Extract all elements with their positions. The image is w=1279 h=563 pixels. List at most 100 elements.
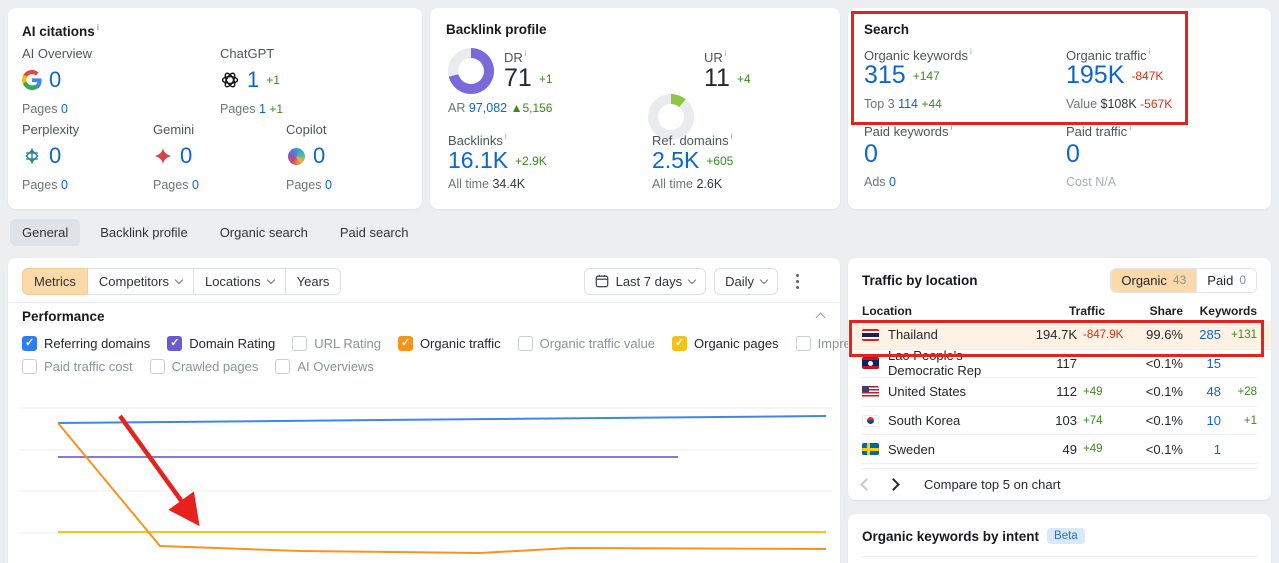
paid-keywords-value-link[interactable]: 0	[864, 142, 878, 167]
chatgpt-stat: ChatGPT 1 +1 Pages 1 +1	[220, 46, 284, 116]
toggle-organic[interactable]: Organic 43	[1111, 268, 1197, 292]
ar-value-link[interactable]: 97,082	[469, 101, 507, 115]
toggle-paid[interactable]: Paid 0	[1196, 268, 1256, 292]
pagination-next-button[interactable]	[887, 478, 900, 491]
perplexity-pages-link[interactable]: 0	[61, 178, 68, 192]
gemini-pages-link[interactable]: 0	[192, 178, 199, 192]
table-row-sweden[interactable]: Sweden 49 +49 <0.1% 1	[862, 435, 1257, 464]
paid-traffic-value-link[interactable]: 0	[1066, 142, 1080, 167]
ur-change: +4	[736, 71, 751, 86]
checkbox-paid-traffic-cost[interactable]: Paid traffic cost	[22, 359, 133, 374]
keywords-count-link[interactable]: 285	[1183, 327, 1221, 342]
search-title: Search	[864, 22, 910, 37]
table-row-laos[interactable]: Lao People's Democratic Rep 117 <0.1% 15	[862, 348, 1257, 378]
keywords-count-link[interactable]: 10	[1183, 413, 1221, 428]
date-range-button[interactable]: Last 7 days	[583, 267, 707, 295]
ai-citations-card: AI citations AI Overview 0 Pages 0 ChatG…	[8, 8, 422, 209]
ai-citations-title: AI citations	[22, 22, 99, 39]
checkbox-organic-pages[interactable]: Organic pages	[672, 336, 779, 351]
ads-line: Ads 0	[864, 175, 896, 189]
locations-filter-button[interactable]: Locations	[192, 267, 286, 295]
ai-overview-pages-link[interactable]: 0	[61, 102, 68, 116]
filter-segmented-group: Metrics Competitors Locations Years	[22, 267, 342, 295]
competitors-filter-button[interactable]: Competitors	[86, 267, 194, 295]
keywords-count-link[interactable]: 1	[1183, 442, 1221, 457]
organic-traffic-sub: Value $108K -567K	[1066, 97, 1173, 111]
pagination-prev-button[interactable]	[860, 478, 873, 491]
laos-flag-icon	[862, 357, 879, 370]
tab-organic-search[interactable]: Organic search	[208, 219, 320, 246]
date-controls: Last 7 days Daily	[583, 267, 808, 295]
organic-keywords-value-link[interactable]: 315	[864, 63, 906, 88]
ads-value-link[interactable]: 0	[889, 175, 896, 189]
sweden-flag-icon	[862, 443, 879, 456]
checkbox-box	[275, 359, 291, 374]
metric-checkbox-row-2: Paid traffic cost Crawled pages AI Overv…	[22, 359, 830, 374]
chevron-down-icon	[687, 275, 697, 284]
location-table-body: Thailand 194.7K -847.9K 99.6% 285 +131 L…	[848, 321, 1271, 464]
checkbox-box	[167, 336, 183, 351]
checkbox-url-rating[interactable]: URL Rating	[292, 336, 381, 351]
thailand-flag-icon	[862, 328, 879, 341]
organic-keywords-sub: Top 3 114 +44	[864, 97, 942, 111]
table-row-united-states[interactable]: United States 112 +49 <0.1% 48 +28	[862, 378, 1257, 407]
backlink-profile-card: Backlink profile DR 71 +1 AR 97,082 ▲5,1…	[430, 8, 840, 209]
cost-line: Cost N/A	[1066, 175, 1117, 189]
chart-gridlines	[20, 407, 832, 534]
checkbox-box	[397, 336, 413, 351]
checkbox-box	[22, 336, 37, 351]
checkbox-ai-overviews[interactable]: AI Overviews	[275, 359, 374, 374]
organic-traffic-value-link[interactable]: 195K	[1066, 63, 1124, 88]
backlinks-value-link[interactable]: 16.1K	[448, 149, 508, 172]
compare-top5-link[interactable]: Compare top 5 on chart	[924, 477, 1061, 492]
collapse-chevron-up-icon[interactable]	[815, 312, 826, 323]
paid-traffic-label[interactable]: Paid traffic	[1066, 122, 1131, 139]
chevron-down-icon	[759, 275, 769, 284]
chatgpt-value: 1	[247, 67, 260, 92]
dr-value: 71	[504, 64, 532, 92]
openai-icon	[220, 70, 240, 90]
chart-toolbar: Metrics Competitors Locations Years Last…	[22, 266, 826, 296]
refdomains-value-link[interactable]: 2.5K	[652, 149, 699, 172]
checkbox-box	[672, 336, 687, 351]
checkbox-domain-rating[interactable]: Domain Rating	[167, 336, 275, 351]
years-filter-button[interactable]: Years	[284, 267, 342, 295]
perplexity-stat: Perplexity 0 Pages 0	[22, 122, 80, 192]
copilot-pages-link[interactable]: 0	[325, 178, 332, 192]
dr-label[interactable]: DR	[504, 48, 527, 65]
performance-line-chart[interactable]	[14, 386, 838, 563]
tab-backlink-profile[interactable]: Backlink profile	[88, 219, 199, 246]
tab-paid-search[interactable]: Paid search	[328, 219, 421, 246]
dr-change: +1	[538, 71, 553, 86]
ar-line: AR 97,082 ▲5,156	[448, 101, 553, 115]
top3-value-link[interactable]: 114	[898, 97, 918, 111]
performance-panel: Metrics Competitors Locations Years Last…	[8, 258, 988, 563]
refdomains-label[interactable]: Ref. domains	[652, 131, 732, 148]
checkbox-organic-traffic-value[interactable]: Organic traffic value	[517, 336, 655, 351]
checkbox-organic-traffic[interactable]: Organic traffic	[397, 336, 501, 351]
chevron-down-icon	[174, 275, 184, 284]
overview-nav-tabs: General Backlink profile Organic search …	[10, 219, 421, 246]
granularity-button[interactable]: Daily	[714, 267, 778, 295]
ur-label[interactable]: UR	[704, 48, 727, 65]
backlinks-alltime: All time 34.4K	[448, 177, 526, 191]
keywords-count-link[interactable]: 15	[1183, 356, 1221, 371]
keywords-count-link[interactable]: 48	[1183, 384, 1221, 399]
chatgpt-pages-link[interactable]: 1	[259, 102, 266, 116]
tab-general[interactable]: General	[10, 219, 81, 246]
paid-keywords-label[interactable]: Paid keywords	[864, 122, 952, 139]
performance-section-title: Performance	[22, 309, 105, 324]
metrics-filter-button[interactable]: Metrics	[22, 267, 88, 295]
south-korea-flag-icon	[862, 414, 879, 427]
backlinks-label[interactable]: Backlinks	[448, 131, 507, 148]
table-row-thailand[interactable]: Thailand 194.7K -847.9K 99.6% 285 +131	[848, 321, 1271, 350]
checkbox-referring-domains[interactable]: Referring domains	[22, 336, 150, 351]
dr-donut-gauge	[448, 48, 494, 94]
us-flag-icon	[862, 385, 879, 398]
table-row-south-korea[interactable]: South Korea 103 +74 <0.1% 10 +1	[862, 407, 1257, 436]
more-options-kebab-menu[interactable]	[786, 268, 808, 294]
checkbox-box	[517, 336, 533, 351]
checkbox-crawled-pages[interactable]: Crawled pages	[149, 359, 258, 374]
backlinks-change: +2.9K	[515, 153, 547, 168]
keywords-by-intent-title: Organic keywords by intent	[862, 528, 1040, 544]
